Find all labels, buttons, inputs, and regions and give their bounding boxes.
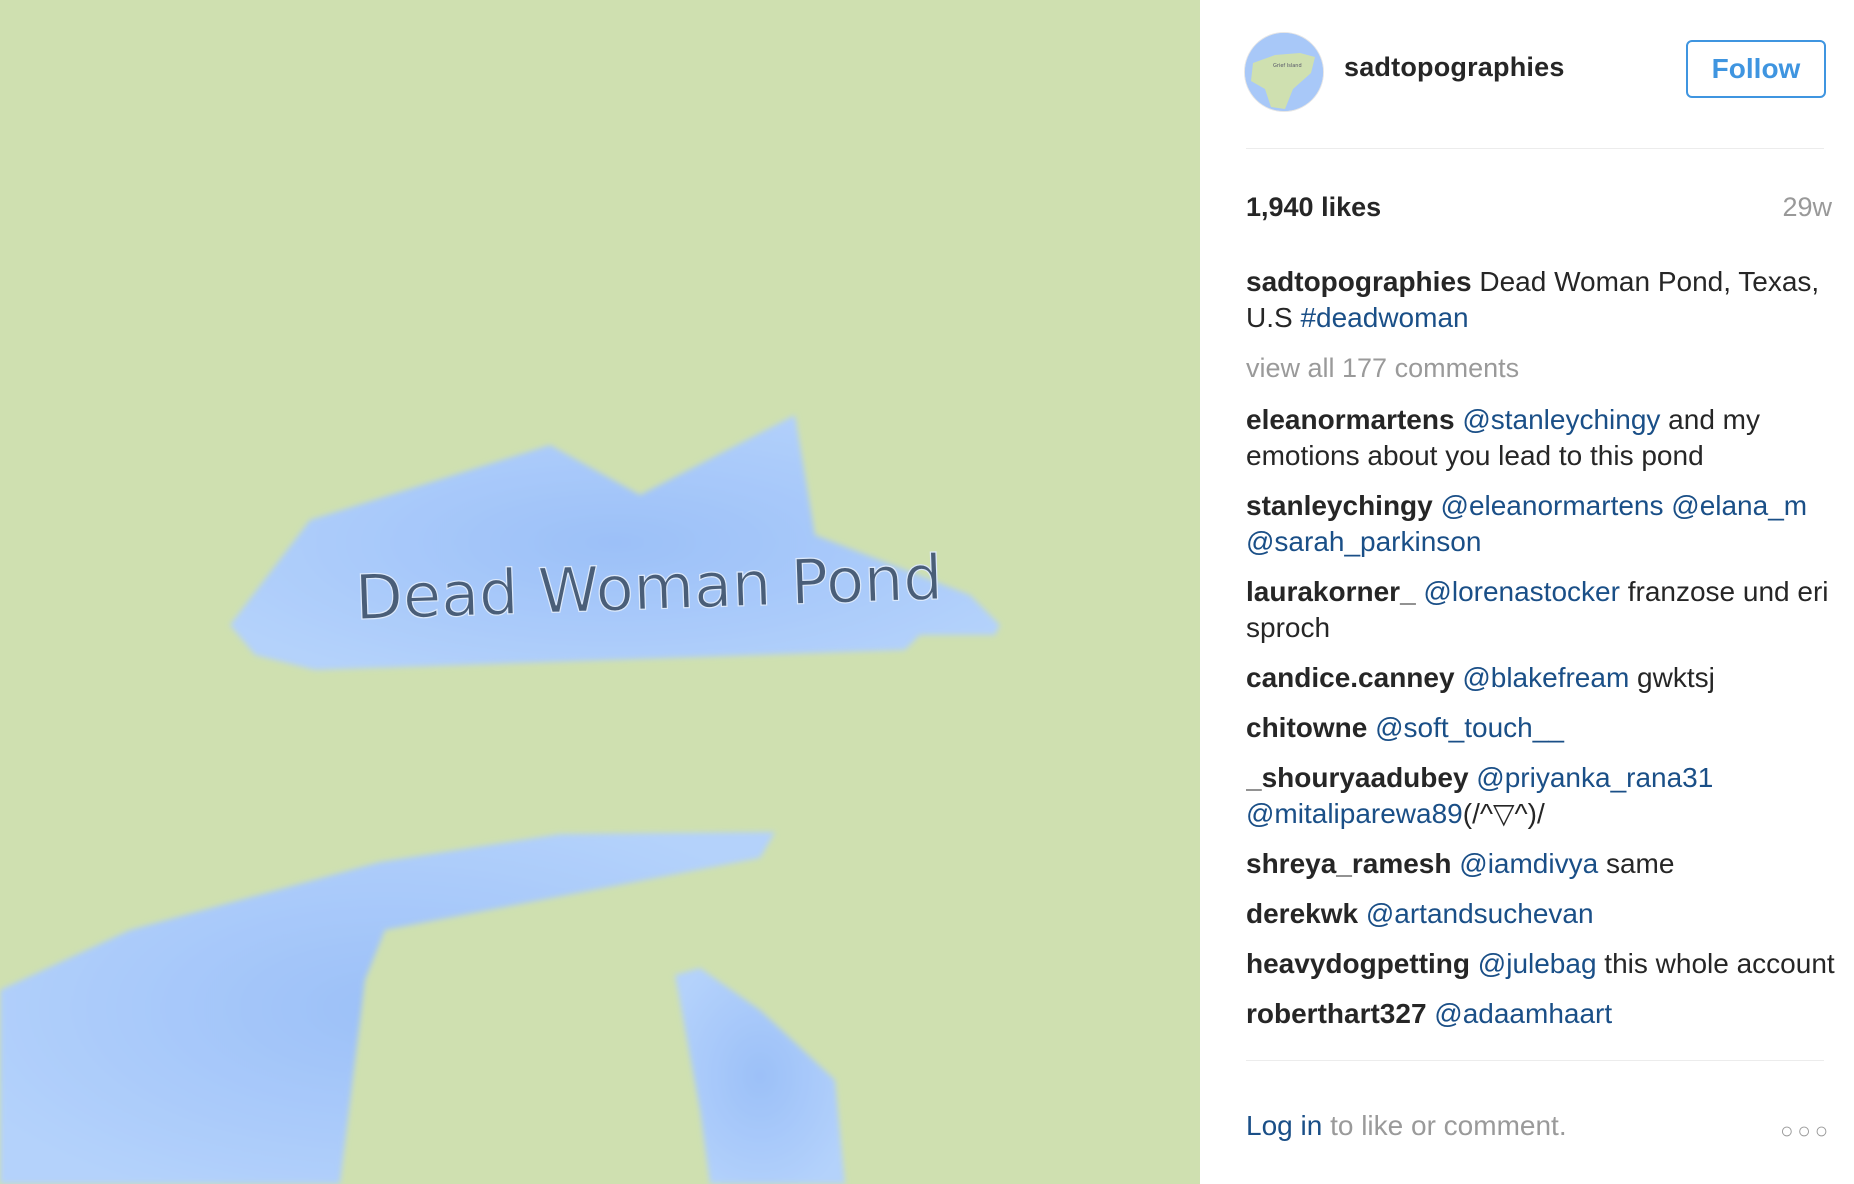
caption-hashtag[interactable]: #deadwoman [1300,302,1468,333]
login-prompt: Log in to like or comment. [1246,1110,1567,1142]
comment-item: stanleychingy @eleanormartens @elana_m @… [1246,488,1836,560]
map-image: Dead Woman Pond [0,0,1200,1184]
comment-text: (/^▽^)/ [1462,798,1545,829]
comment-text: gwktsj [1629,662,1715,693]
comment-author[interactable]: laurakorner_ [1246,576,1416,607]
comment-author[interactable]: candice.canney [1246,662,1455,693]
comment-mentions[interactable]: @adaamhaart [1427,998,1612,1029]
more-options-icon[interactable]: ○○○ [1780,1118,1832,1144]
comment-item: heavydogpetting @julebag this whole acco… [1246,946,1836,982]
login-prompt-text: to like or comment. [1322,1110,1567,1141]
comment-mentions[interactable]: @blakefream [1455,662,1629,693]
comment-mentions[interactable]: @soft_touch__ [1367,712,1564,743]
comment-item: laurakorner_ @lorenastocker franzose und… [1246,574,1836,646]
comment-item: candice.canney @blakefream gwktsj [1246,660,1836,696]
comment-item: _shouryaadubey @priyanka_rana31 @mitalip… [1246,760,1836,832]
map-avatar-icon[interactable]: Grief Island [1244,32,1324,112]
login-link[interactable]: Log in [1246,1110,1322,1141]
comment-text: same [1598,848,1675,879]
comment-author[interactable]: shreya_ramesh [1246,848,1451,879]
comment-item: roberthart327 @adaamhaart [1246,996,1836,1032]
comments-list[interactable]: sadtopographies Dead Woman Pond, Texas, … [1246,264,1836,1060]
caption-author[interactable]: sadtopographies [1246,266,1472,297]
header-username[interactable]: sadtopographies [1344,52,1565,83]
post-photo[interactable]: Dead Woman Pond [0,0,1200,1184]
comment-item: shreya_ramesh @iamdivya same [1246,846,1836,882]
header-divider [1246,148,1824,149]
comment-author[interactable]: eleanormartens [1246,404,1455,435]
comment-mentions[interactable]: @artandsuchevan [1358,898,1594,929]
comment-author[interactable]: _shouryaadubey [1246,762,1469,793]
comment-author[interactable]: stanleychingy [1246,490,1433,521]
footer-divider [1246,1060,1824,1061]
comment-author[interactable]: chitowne [1246,712,1367,743]
post-sidebar: Grief Island sadtopographies Follow 1,94… [1200,0,1854,1184]
comment-text: this whole account [1596,948,1835,979]
comment-author[interactable]: heavydogpetting [1246,948,1470,979]
comment-mentions[interactable]: @iamdivya [1451,848,1598,879]
comment-mentions[interactable]: @julebag [1470,948,1597,979]
post-header: Grief Island sadtopographies Follow [1244,32,1826,112]
view-all-comments-link[interactable]: view all 177 comments [1246,350,1836,386]
comment-item: derekwk @artandsuchevan [1246,896,1836,932]
comment-item: eleanormartens @stanleychingy and my emo… [1246,402,1836,474]
comment-mentions[interactable]: @stanleychingy [1455,404,1660,435]
likes-count[interactable]: 1,940 likes [1246,192,1381,223]
comment-author[interactable]: roberthart327 [1246,998,1427,1029]
follow-button[interactable]: Follow [1686,40,1826,98]
post-caption: sadtopographies Dead Woman Pond, Texas, … [1246,264,1836,336]
post-age[interactable]: 29w [1782,192,1832,223]
comment-author[interactable]: derekwk [1246,898,1358,929]
comment-item: chitowne @soft_touch__ [1246,710,1836,746]
comment-mentions[interactable]: @lorenastocker [1416,576,1620,607]
svg-text:Grief Island: Grief Island [1273,63,1302,69]
